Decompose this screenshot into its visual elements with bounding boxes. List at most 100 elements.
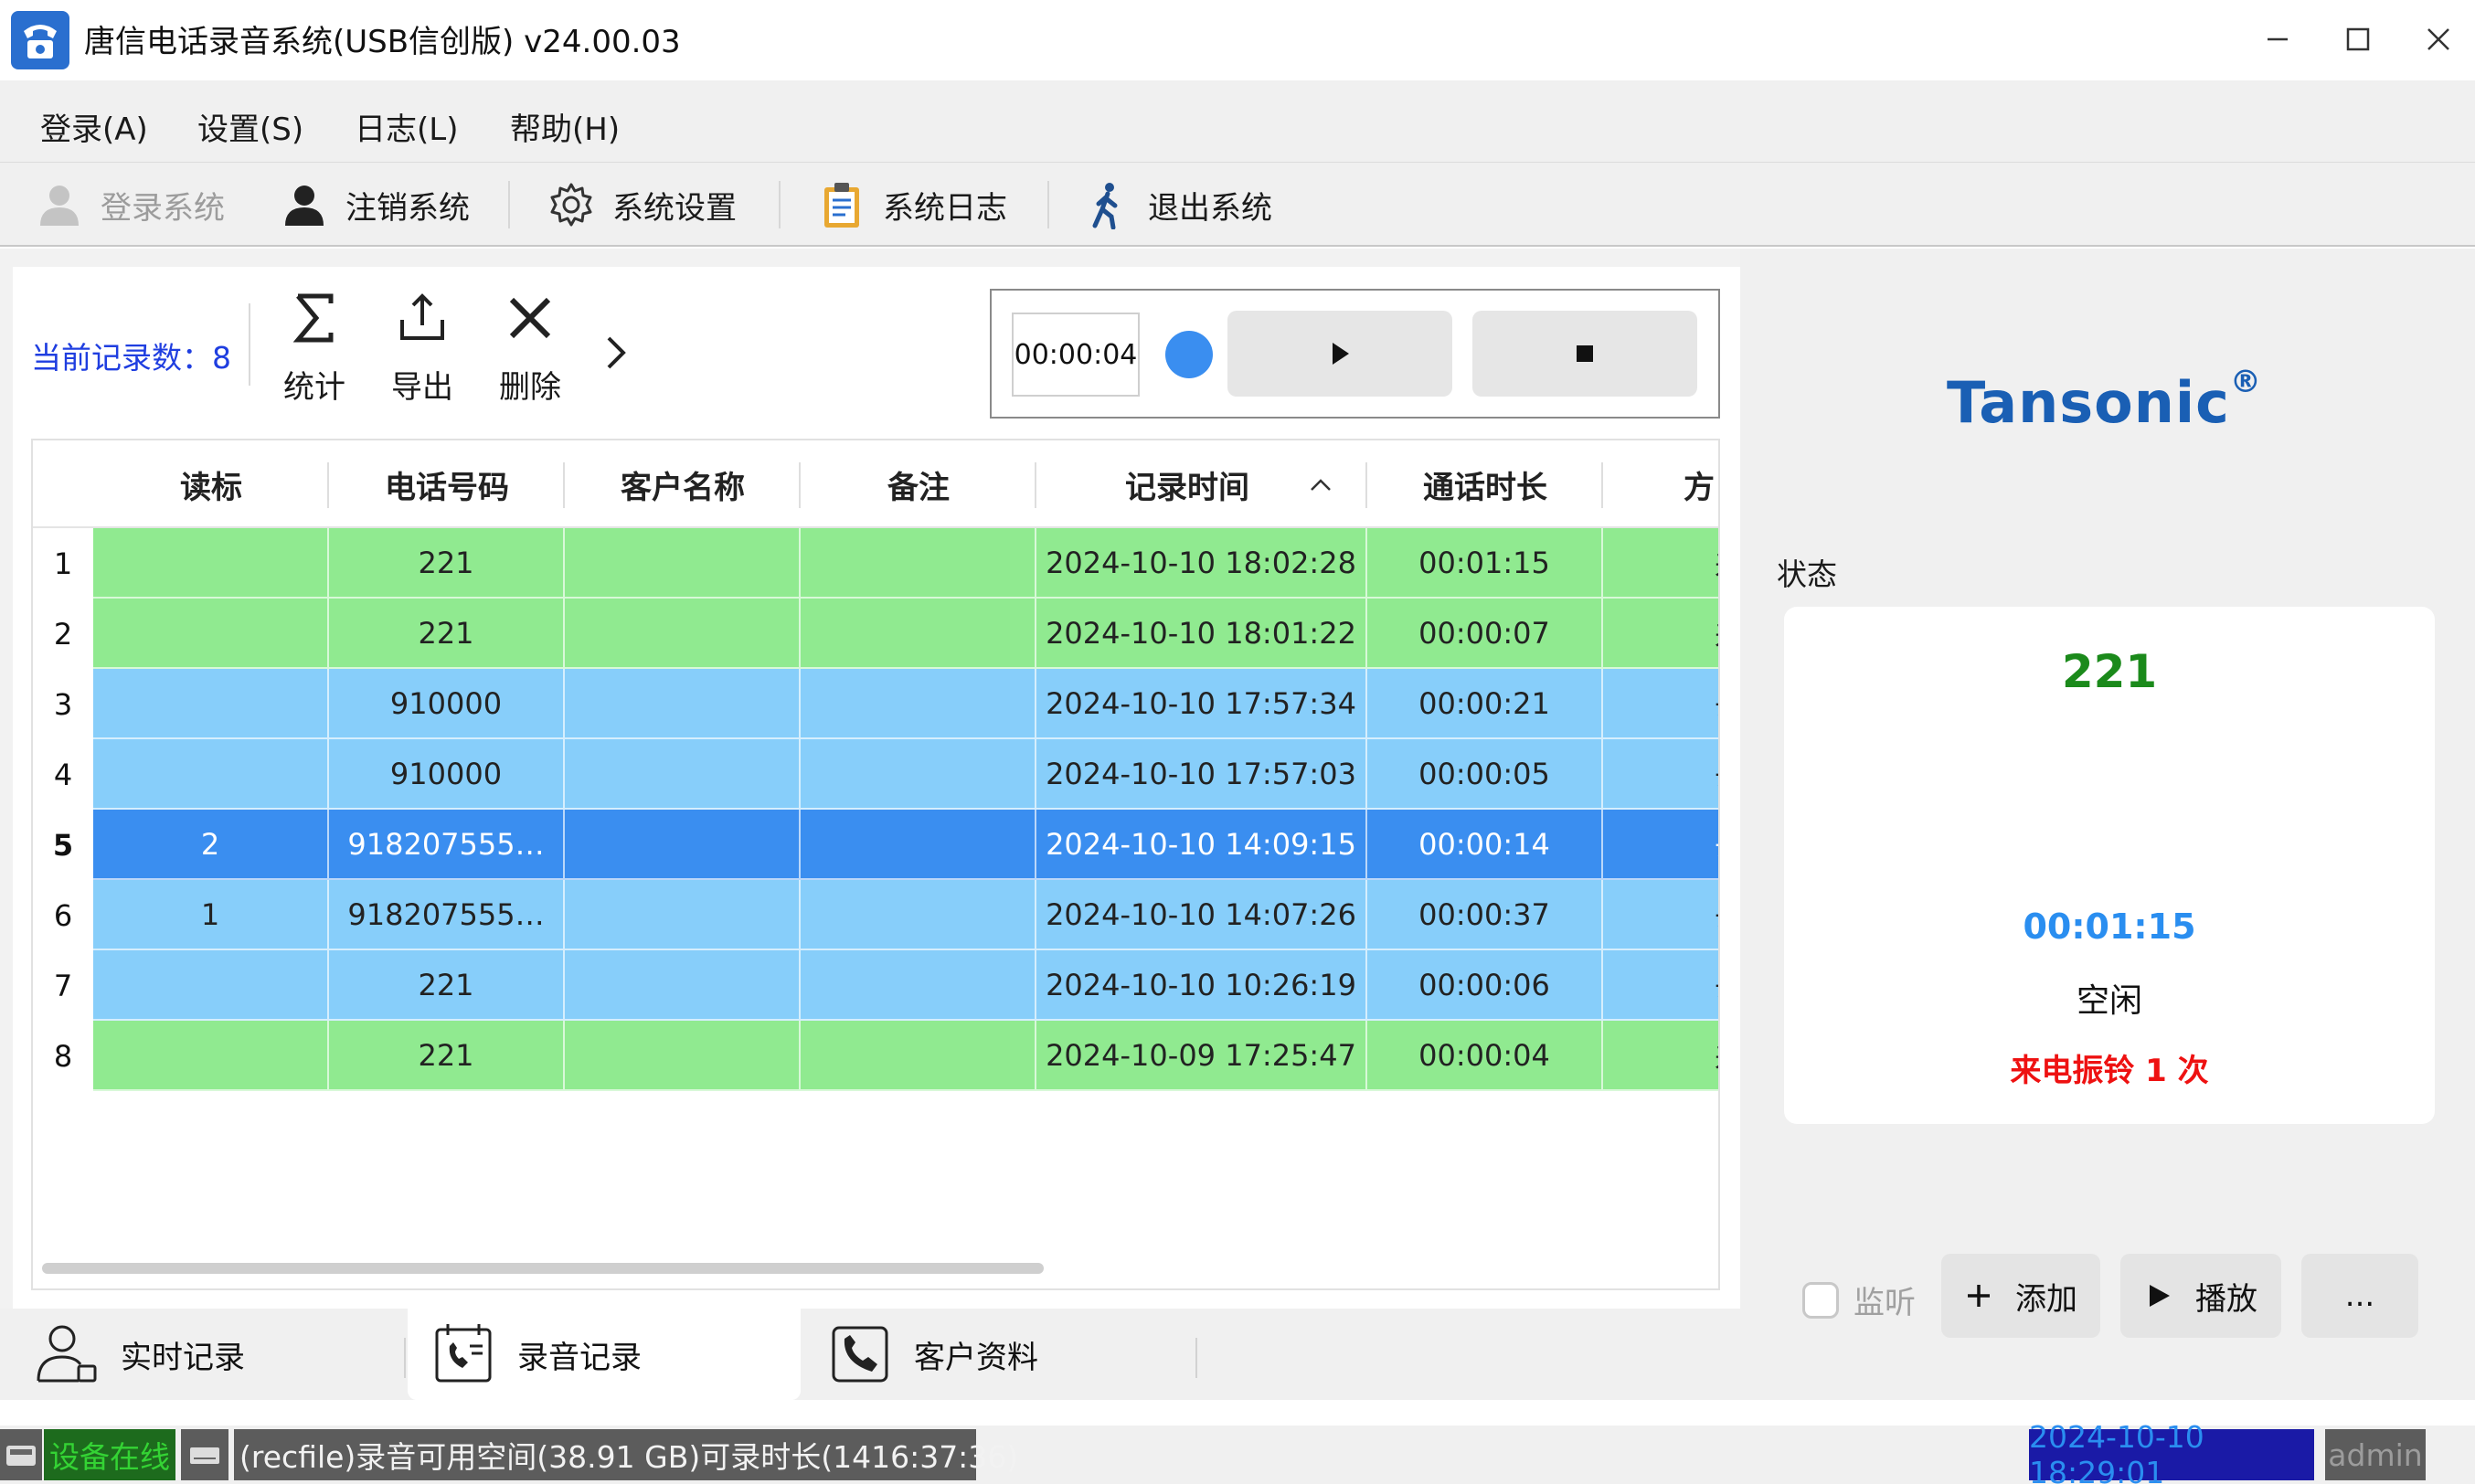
delete-button[interactable]: 删除 <box>484 285 576 413</box>
cell-duration: 00:00:05 <box>1367 739 1603 810</box>
logout-system-label: 注销系统 <box>345 189 470 227</box>
table-row[interactable]: 52918207555… 2024-10-10 14:09:1500:00:14去 <box>33 810 1718 880</box>
cell-record-time: 2024-10-09 17:25:47 <box>1036 1021 1367 1091</box>
column-header-phone[interactable]: 电话号码 <box>329 440 565 528</box>
minimize-button[interactable] <box>2241 9 2314 69</box>
chevron-right-icon[interactable] <box>596 329 636 376</box>
cell-mark <box>93 950 329 1021</box>
login-system-button[interactable]: 登录系统 <box>35 175 225 234</box>
cell-direction: 去 <box>1603 950 1718 1021</box>
phone-book-icon <box>832 1326 888 1383</box>
tab-realtime-records[interactable]: 实时记录 <box>33 1309 398 1400</box>
checkbox-box[interactable] <box>1802 1281 1839 1319</box>
cell-mark <box>93 528 329 599</box>
cell-customer <box>565 810 801 880</box>
cell-note <box>801 810 1036 880</box>
cell-phone: 910000 <box>329 739 565 810</box>
current-user: admin <box>2325 1429 2426 1480</box>
maximize-icon <box>2346 27 2370 51</box>
monitor-checkbox[interactable]: 监听 <box>1802 1277 1916 1322</box>
registered-mark: ® <box>2229 364 2262 400</box>
more-button[interactable]: ... <box>2301 1254 2418 1338</box>
cell-note <box>801 739 1036 810</box>
menu-bar: 登录(A) 设置(S) 日志(L) 帮助(H) <box>0 80 2475 163</box>
audio-player: 00:00:04 <box>990 289 1720 419</box>
system-log-button[interactable]: 系统日志 <box>817 175 1007 234</box>
cell-direction: 来 <box>1603 528 1718 599</box>
cell-mark: 2 <box>93 810 329 880</box>
table-row[interactable]: 61918207555… 2024-10-10 14:07:2600:00:37去 <box>33 880 1718 950</box>
table-row[interactable]: 1 221 2024-10-10 18:02:2800:01:15来 <box>33 528 1718 599</box>
window-title: 唐信电话录音系统(USB信创版) v24.00.03 <box>84 24 681 60</box>
table-row[interactable]: 7 221 2024-10-10 10:26:1900:00:06去 <box>33 950 1718 1021</box>
playback-position-dot[interactable] <box>1165 331 1213 378</box>
export-button[interactable]: 导出 <box>377 285 468 413</box>
tab-recording-records[interactable]: 录音记录 <box>408 1309 801 1400</box>
cell-record-time: 2024-10-10 10:26:19 <box>1036 950 1367 1021</box>
table-row[interactable]: 8 221 2024-10-09 17:25:4700:00:04来 <box>33 1021 1718 1091</box>
monitor-label: 监听 <box>1854 1285 1916 1321</box>
cell-phone: 918207555… <box>329 810 565 880</box>
play-button[interactable] <box>1227 311 1452 397</box>
x-delete-icon <box>509 297 551 339</box>
device-status: 设备在线 <box>44 1429 175 1480</box>
add-button[interactable]: 添加 <box>1941 1254 2100 1338</box>
cell-note <box>801 599 1036 669</box>
cell-mark <box>93 739 329 810</box>
menu-login[interactable]: 登录(A) <box>27 99 161 154</box>
menu-settings[interactable]: 设置(S) <box>185 99 316 154</box>
system-settings-button[interactable]: 系统设置 <box>547 175 737 234</box>
close-button[interactable] <box>2402 9 2475 69</box>
cell-phone: 221 <box>329 950 565 1021</box>
menu-log[interactable]: 日志(L) <box>342 99 471 154</box>
exit-system-label: 退出系统 <box>1148 189 1272 227</box>
logout-system-button[interactable]: 注销系统 <box>280 175 470 234</box>
records-table: 读标 电话号码 客户名称 备注 记录时间 通话时长 方 1 221 2024-10-… <box>31 439 1720 1290</box>
table-row[interactable]: 2 221 2024-10-10 18:01:2200:00:07来 <box>33 599 1718 669</box>
title-bar: 唐信电话录音系统(USB信创版) v24.00.03 <box>0 0 2475 80</box>
stats-button[interactable]: 统计 <box>269 285 360 413</box>
toolbar-divider <box>1047 181 1049 228</box>
cell-note <box>801 669 1036 739</box>
row-number: 5 <box>33 810 93 880</box>
user-icon <box>40 186 79 226</box>
cell-record-time: 2024-10-10 14:07:26 <box>1036 880 1367 950</box>
cell-customer <box>565 739 801 810</box>
row-number: 7 <box>33 950 93 1021</box>
cell-note <box>801 1021 1036 1091</box>
row-number: 1 <box>33 528 93 599</box>
status-bar: 设备在线 (recfile)录音可用空间(38.91 GB)可录时长(1416:… <box>0 1419 2475 1484</box>
plus-icon <box>1968 1285 1990 1307</box>
table-row[interactable]: 3 910000 2024-10-10 17:57:3400:00:21去 <box>33 669 1718 739</box>
column-header-mark[interactable]: 读标 <box>93 440 329 528</box>
clipboard-icon <box>824 183 859 228</box>
menu-help[interactable]: 帮助(H) <box>497 99 632 154</box>
storage-status: (recfile)录音可用空间(38.91 GB)可录时长(1416:37:36… <box>234 1429 1018 1480</box>
horizontal-scrollbar[interactable] <box>42 1263 1044 1274</box>
cell-direction: 来 <box>1603 599 1718 669</box>
stop-button[interactable] <box>1472 311 1697 397</box>
stop-icon <box>1577 345 1593 362</box>
column-header-duration[interactable]: 通话时长 <box>1367 440 1603 528</box>
user-icon <box>285 186 324 226</box>
tab-realtime-label: 实时记录 <box>121 1339 245 1376</box>
cell-record-time: 2024-10-10 18:01:22 <box>1036 599 1367 669</box>
clock: 2024-10-10 18:29:01 <box>2029 1419 2314 1484</box>
column-header-direction[interactable]: 方 <box>1603 440 1718 528</box>
play-label: 播放 <box>2195 1280 2257 1318</box>
cell-customer <box>565 528 801 599</box>
status-label: 状态 <box>1777 556 1837 592</box>
play-record-button[interactable]: 播放 <box>2120 1254 2281 1338</box>
cell-note <box>801 880 1036 950</box>
tab-customer-info[interactable]: 客户资料 <box>826 1309 1192 1400</box>
cell-customer <box>565 1021 801 1091</box>
exit-system-button[interactable]: 退出系统 <box>1082 175 1272 234</box>
close-icon <box>2427 28 2449 50</box>
maximize-button[interactable] <box>2321 9 2395 69</box>
column-header-note[interactable]: 备注 <box>801 440 1036 528</box>
table-row[interactable]: 4 910000 2024-10-10 17:57:0300:00:05去 <box>33 739 1718 810</box>
cell-phone: 221 <box>329 528 565 599</box>
column-header-customer[interactable]: 客户名称 <box>565 440 801 528</box>
column-header-record-time[interactable]: 记录时间 <box>1036 440 1338 528</box>
gear-icon <box>550 183 592 227</box>
